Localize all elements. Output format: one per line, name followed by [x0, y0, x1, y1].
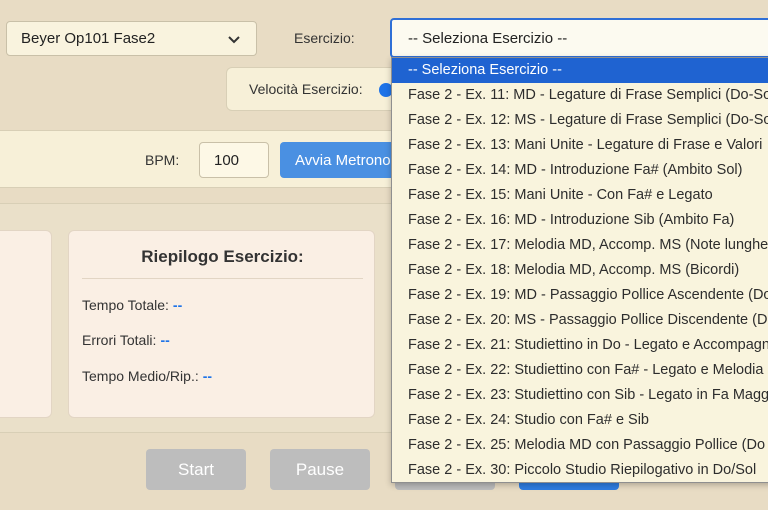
exercise-option[interactable]: -- Seleziona Esercizio --: [392, 58, 768, 83]
total-errors-label: Errori Totali:: [82, 332, 157, 348]
total-errors-stat: Errori Totali: --: [82, 332, 170, 348]
exercise-option[interactable]: Fase 2 - Ex. 15: Mani Unite - Con Fa# e …: [392, 183, 768, 208]
pause-label: Pause: [295, 459, 345, 479]
book-select-value: Beyer Op101 Fase2: [21, 30, 156, 47]
exercise-option[interactable]: Fase 2 - Ex. 21: Studiettino in Do - Leg…: [392, 333, 768, 358]
summary-card: Riepilogo Esercizio: Tempo Totale: -- Err…: [68, 230, 375, 418]
exercise-option[interactable]: Fase 2 - Ex. 24: Studio con Fa# e Sib: [392, 408, 768, 433]
total-time-stat: Tempo Totale: --: [82, 297, 182, 313]
pause-button[interactable]: Pause: [270, 449, 370, 490]
start-button[interactable]: Start: [146, 449, 246, 490]
start-label: Start: [178, 459, 214, 479]
chevron-down-icon: [228, 35, 240, 43]
exercise-option[interactable]: Fase 2 - Ex. 12: MS - Legature di Frase …: [392, 108, 768, 133]
total-errors-value: --: [160, 332, 170, 348]
exercise-option[interactable]: Fase 2 - Ex. 19: MD - Passaggio Pollice …: [392, 283, 768, 308]
exercise-option[interactable]: Fase 2 - Ex. 18: Melodia MD, Accomp. MS …: [392, 258, 768, 283]
exercise-option[interactable]: Fase 2 - Ex. 16: MD - Introduzione Sib (…: [392, 208, 768, 233]
total-time-label: Tempo Totale:: [82, 297, 169, 313]
book-select[interactable]: Beyer Op101 Fase2: [6, 21, 257, 56]
exercise-select-value: -- Seleziona Esercizio --: [408, 29, 568, 47]
exercise-option[interactable]: Fase 2 - Ex. 11: MD - Legature di Frase …: [392, 83, 768, 108]
exercise-dropdown-list: -- Seleziona Esercizio -- Fase 2 - Ex. 1…: [391, 57, 768, 483]
summary-title: Riepilogo Esercizio:: [82, 247, 363, 279]
bpm-value: 100: [214, 151, 240, 169]
exercise-option[interactable]: Fase 2 - Ex. 23: Studiettino con Sib - L…: [392, 383, 768, 408]
exercise-option[interactable]: Fase 2 - Ex. 30: Piccolo Studio Riepilog…: [392, 458, 768, 482]
exercise-option[interactable]: Fase 2 - Ex. 25: Melodia MD con Passaggi…: [392, 433, 768, 458]
avg-time-stat: Tempo Medio/Rip.: --: [82, 368, 212, 384]
avg-time-label: Tempo Medio/Rip.:: [82, 368, 199, 384]
left-card: [0, 230, 52, 418]
exercise-option[interactable]: Fase 2 - Ex. 22: Studiettino con Fa# - L…: [392, 358, 768, 383]
total-time-value: --: [172, 297, 183, 313]
exercise-option[interactable]: Fase 2 - Ex. 14: MD - Introduzione Fa# (…: [392, 158, 768, 183]
exercise-option[interactable]: Fase 2 - Ex. 17: Melodia MD, Accomp. MS …: [392, 233, 768, 258]
exercise-select[interactable]: -- Seleziona Esercizio --: [390, 18, 768, 58]
bpm-input[interactable]: 100: [199, 142, 269, 178]
bpm-label: BPM:: [145, 152, 180, 168]
speed-label: Velocità Esercizio:: [249, 81, 363, 97]
exercise-option[interactable]: Fase 2 - Ex. 13: Mani Unite - Legature d…: [392, 133, 768, 158]
exercise-label: Esercizio:: [294, 30, 355, 46]
avg-time-value: --: [202, 368, 213, 384]
exercise-option[interactable]: Fase 2 - Ex. 20: MS - Passaggio Pollice …: [392, 308, 768, 333]
